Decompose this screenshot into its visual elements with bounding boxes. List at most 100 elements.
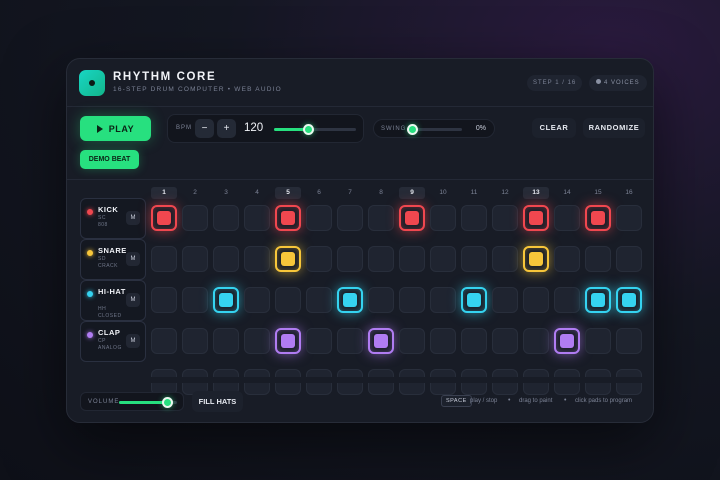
mute-button[interactable]: M xyxy=(126,293,140,307)
track-hi-hat[interactable]: HI-HAT HH CLOSED M xyxy=(80,280,146,321)
pad-snare-1[interactable] xyxy=(151,246,177,272)
step-number-7: 7 xyxy=(348,189,352,196)
pad-kick-9[interactable] xyxy=(399,205,425,231)
fill-hats-button[interactable]: FILL HATS xyxy=(192,391,243,412)
pad-snare-4[interactable] xyxy=(244,246,270,272)
pad-hi-hat-16[interactable] xyxy=(616,287,642,313)
pad-snare-7[interactable] xyxy=(337,246,363,272)
pad-kick-15[interactable] xyxy=(585,205,611,231)
pad-clap-16[interactable] xyxy=(616,328,642,354)
pad-clap-1[interactable] xyxy=(151,328,177,354)
pad-clap-14[interactable] xyxy=(554,328,580,354)
pad-hi-hat-14[interactable] xyxy=(554,287,580,313)
pad-clap-9[interactable] xyxy=(399,328,425,354)
swing-slider[interactable] xyxy=(407,124,462,135)
volume-slider-knob[interactable] xyxy=(162,397,173,408)
track-kick[interactable]: KICK SC 808 M xyxy=(80,198,146,239)
bpm-slider[interactable] xyxy=(274,124,356,135)
randomize-button[interactable]: RANDOMIZE xyxy=(583,118,645,138)
pad-kick-3[interactable] xyxy=(213,205,239,231)
bpm-control: BPM − + 120 xyxy=(167,114,364,143)
pad-snare-10[interactable] xyxy=(430,246,456,272)
pad-hi-hat-6[interactable] xyxy=(306,287,332,313)
pad-kick-11[interactable] xyxy=(461,205,487,231)
pad-hi-hat-2[interactable] xyxy=(182,287,208,313)
pad-hi-hat-7[interactable] xyxy=(337,287,363,313)
pad-snare-13[interactable] xyxy=(523,246,549,272)
pad-kick-4[interactable] xyxy=(244,205,270,231)
pad-kick-7[interactable] xyxy=(337,205,363,231)
pad-kick-2[interactable] xyxy=(182,205,208,231)
voices-dot-icon xyxy=(596,79,601,84)
pad-kick-8[interactable] xyxy=(368,205,394,231)
track-clap[interactable]: CLAP CP ANALOG M xyxy=(80,321,146,362)
mute-button[interactable]: M xyxy=(126,252,140,266)
pad-clap-2[interactable] xyxy=(182,328,208,354)
pad-kick-5[interactable] xyxy=(275,205,301,231)
pad-snare-15[interactable] xyxy=(585,246,611,272)
pad-kick-6[interactable] xyxy=(306,205,332,231)
pad-hi-hat-8[interactable] xyxy=(368,287,394,313)
pad-snare-9[interactable] xyxy=(399,246,425,272)
swing-slider-knob[interactable] xyxy=(407,124,418,135)
pad-active-indicator xyxy=(157,211,171,225)
pad-active-indicator xyxy=(529,211,543,225)
pad-snare-11[interactable] xyxy=(461,246,487,272)
mute-button[interactable]: M xyxy=(126,211,140,225)
track-sample: CLOSED xyxy=(98,313,122,319)
play-button[interactable]: PLAY xyxy=(80,116,151,141)
pad-hi-hat-1[interactable] xyxy=(151,287,177,313)
pad-hi-hat-13[interactable] xyxy=(523,287,549,313)
pad-hi-hat-10[interactable] xyxy=(430,287,456,313)
pad-snare-6[interactable] xyxy=(306,246,332,272)
clear-button[interactable]: CLEAR xyxy=(532,118,576,138)
pad-active-indicator xyxy=(622,293,636,307)
mute-button[interactable]: M xyxy=(126,334,140,348)
bpm-slider-knob[interactable] xyxy=(303,124,314,135)
pad-hi-hat-12[interactable] xyxy=(492,287,518,313)
track-code: SC xyxy=(98,215,106,221)
track-sample: ANALOG xyxy=(98,345,122,351)
pad-kick-12[interactable] xyxy=(492,205,518,231)
pad-clap-7[interactable] xyxy=(337,328,363,354)
volume-slider[interactable] xyxy=(119,397,177,408)
pad-kick-10[interactable] xyxy=(430,205,456,231)
pad-snare-2[interactable] xyxy=(182,246,208,272)
pad-clap-4[interactable] xyxy=(244,328,270,354)
pad-clap-11[interactable] xyxy=(461,328,487,354)
track-snare[interactable]: SNARE SD CRACK M xyxy=(80,239,146,280)
pad-hi-hat-11[interactable] xyxy=(461,287,487,313)
pad-kick-16[interactable] xyxy=(616,205,642,231)
bpm-decrement-button[interactable]: − xyxy=(195,119,214,138)
pad-snare-8[interactable] xyxy=(368,246,394,272)
pad-kick-1[interactable] xyxy=(151,205,177,231)
pad-active-indicator xyxy=(560,334,574,348)
pad-clap-13[interactable] xyxy=(523,328,549,354)
hint-play-stop: play / stop xyxy=(470,398,498,404)
pad-clap-3[interactable] xyxy=(213,328,239,354)
pad-clap-8[interactable] xyxy=(368,328,394,354)
swing-label: SWING xyxy=(381,126,407,132)
pad-hi-hat-5[interactable] xyxy=(275,287,301,313)
pad-kick-14[interactable] xyxy=(554,205,580,231)
step-number-14: 14 xyxy=(563,189,571,196)
pad-snare-16[interactable] xyxy=(616,246,642,272)
pad-hi-hat-15[interactable] xyxy=(585,287,611,313)
volume-control: VOLUME xyxy=(80,392,184,411)
pad-clap-12[interactable] xyxy=(492,328,518,354)
pad-clap-15[interactable] xyxy=(585,328,611,354)
pad-kick-13[interactable] xyxy=(523,205,549,231)
pad-clap-6[interactable] xyxy=(306,328,332,354)
pad-hi-hat-9[interactable] xyxy=(399,287,425,313)
demo-beat-button[interactable]: DEMO BEAT xyxy=(80,150,139,169)
pad-snare-12[interactable] xyxy=(492,246,518,272)
pad-hi-hat-4[interactable] xyxy=(244,287,270,313)
bpm-increment-button[interactable]: + xyxy=(217,119,236,138)
pad-snare-3[interactable] xyxy=(213,246,239,272)
pad-snare-5[interactable] xyxy=(275,246,301,272)
pad-hi-hat-3[interactable] xyxy=(213,287,239,313)
pad-clap-10[interactable] xyxy=(430,328,456,354)
track-code: HH xyxy=(98,306,107,312)
pad-clap-5[interactable] xyxy=(275,328,301,354)
pad-snare-14[interactable] xyxy=(554,246,580,272)
